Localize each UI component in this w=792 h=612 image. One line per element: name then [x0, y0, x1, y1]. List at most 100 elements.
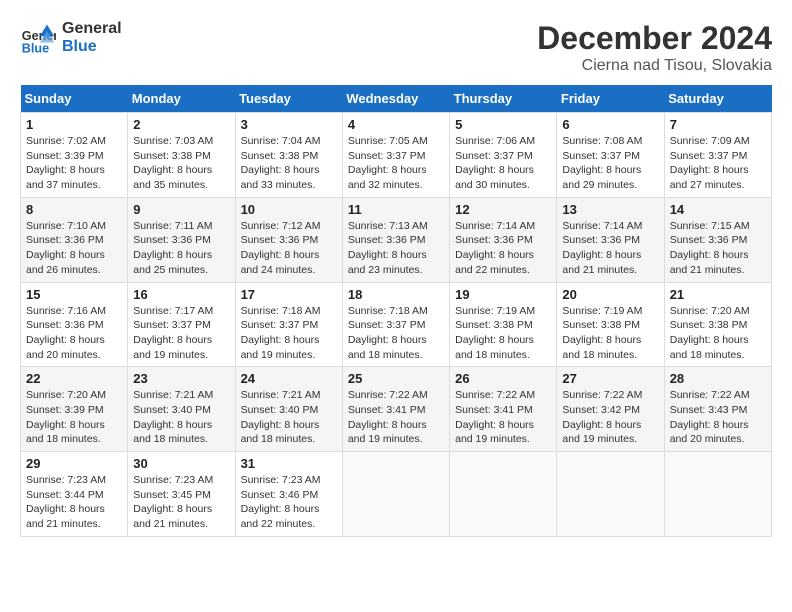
weekday-header-row: SundayMondayTuesdayWednesdayThursdayFrid… — [21, 85, 772, 113]
week-row-4: 22 Sunrise: 7:20 AMSunset: 3:39 PMDaylig… — [21, 367, 772, 452]
logo: General Blue General Blue — [20, 20, 122, 56]
day-info: Sunrise: 7:21 AMSunset: 3:40 PMDaylight:… — [241, 389, 321, 445]
day-number: 13 — [562, 202, 658, 217]
calendar-cell: 27 Sunrise: 7:22 AMSunset: 3:42 PMDaylig… — [557, 367, 664, 452]
calendar-cell: 21 Sunrise: 7:20 AMSunset: 3:38 PMDaylig… — [664, 282, 771, 367]
logo-blue: Blue — [62, 38, 122, 56]
day-info: Sunrise: 7:05 AMSunset: 3:37 PMDaylight:… — [348, 135, 428, 191]
calendar-cell: 6 Sunrise: 7:08 AMSunset: 3:37 PMDayligh… — [557, 113, 664, 198]
calendar-cell — [342, 452, 449, 537]
calendar-cell: 8 Sunrise: 7:10 AMSunset: 3:36 PMDayligh… — [21, 197, 128, 282]
weekday-header-wednesday: Wednesday — [342, 85, 449, 113]
day-info: Sunrise: 7:18 AMSunset: 3:37 PMDaylight:… — [348, 305, 428, 361]
day-number: 10 — [241, 202, 337, 217]
title-block: December 2024 Cierna nad Tisou, Slovakia — [537, 20, 772, 75]
calendar-cell: 15 Sunrise: 7:16 AMSunset: 3:36 PMDaylig… — [21, 282, 128, 367]
day-info: Sunrise: 7:06 AMSunset: 3:37 PMDaylight:… — [455, 135, 535, 191]
day-number: 20 — [562, 287, 658, 302]
day-info: Sunrise: 7:20 AMSunset: 3:38 PMDaylight:… — [670, 305, 750, 361]
day-number: 15 — [26, 287, 122, 302]
calendar-cell: 10 Sunrise: 7:12 AMSunset: 3:36 PMDaylig… — [235, 197, 342, 282]
day-number: 30 — [133, 456, 229, 471]
day-info: Sunrise: 7:10 AMSunset: 3:36 PMDaylight:… — [26, 220, 106, 276]
week-row-2: 8 Sunrise: 7:10 AMSunset: 3:36 PMDayligh… — [21, 197, 772, 282]
day-info: Sunrise: 7:22 AMSunset: 3:41 PMDaylight:… — [348, 389, 428, 445]
day-number: 27 — [562, 371, 658, 386]
weekday-header-thursday: Thursday — [450, 85, 557, 113]
calendar-cell: 19 Sunrise: 7:19 AMSunset: 3:38 PMDaylig… — [450, 282, 557, 367]
calendar-cell: 2 Sunrise: 7:03 AMSunset: 3:38 PMDayligh… — [128, 113, 235, 198]
day-number: 7 — [670, 117, 766, 132]
week-row-5: 29 Sunrise: 7:23 AMSunset: 3:44 PMDaylig… — [21, 452, 772, 537]
calendar-table: SundayMondayTuesdayWednesdayThursdayFrid… — [20, 85, 772, 537]
day-number: 11 — [348, 202, 444, 217]
week-row-3: 15 Sunrise: 7:16 AMSunset: 3:36 PMDaylig… — [21, 282, 772, 367]
day-number: 19 — [455, 287, 551, 302]
calendar-cell: 28 Sunrise: 7:22 AMSunset: 3:43 PMDaylig… — [664, 367, 771, 452]
calendar-cell: 14 Sunrise: 7:15 AMSunset: 3:36 PMDaylig… — [664, 197, 771, 282]
weekday-header-sunday: Sunday — [21, 85, 128, 113]
calendar-cell: 11 Sunrise: 7:13 AMSunset: 3:36 PMDaylig… — [342, 197, 449, 282]
calendar-cell: 31 Sunrise: 7:23 AMSunset: 3:46 PMDaylig… — [235, 452, 342, 537]
calendar-cell: 17 Sunrise: 7:18 AMSunset: 3:37 PMDaylig… — [235, 282, 342, 367]
location-title: Cierna nad Tisou, Slovakia — [537, 57, 772, 75]
week-row-1: 1 Sunrise: 7:02 AMSunset: 3:39 PMDayligh… — [21, 113, 772, 198]
day-number: 25 — [348, 371, 444, 386]
calendar-cell — [450, 452, 557, 537]
day-number: 26 — [455, 371, 551, 386]
calendar-cell: 9 Sunrise: 7:11 AMSunset: 3:36 PMDayligh… — [128, 197, 235, 282]
day-number: 2 — [133, 117, 229, 132]
calendar-cell: 22 Sunrise: 7:20 AMSunset: 3:39 PMDaylig… — [21, 367, 128, 452]
weekday-header-tuesday: Tuesday — [235, 85, 342, 113]
day-number: 8 — [26, 202, 122, 217]
day-info: Sunrise: 7:23 AMSunset: 3:46 PMDaylight:… — [241, 474, 321, 530]
day-info: Sunrise: 7:17 AMSunset: 3:37 PMDaylight:… — [133, 305, 213, 361]
calendar-cell: 3 Sunrise: 7:04 AMSunset: 3:38 PMDayligh… — [235, 113, 342, 198]
calendar-cell: 30 Sunrise: 7:23 AMSunset: 3:45 PMDaylig… — [128, 452, 235, 537]
day-info: Sunrise: 7:20 AMSunset: 3:39 PMDaylight:… — [26, 389, 106, 445]
day-number: 23 — [133, 371, 229, 386]
calendar-cell: 18 Sunrise: 7:18 AMSunset: 3:37 PMDaylig… — [342, 282, 449, 367]
day-number: 22 — [26, 371, 122, 386]
day-number: 14 — [670, 202, 766, 217]
day-number: 29 — [26, 456, 122, 471]
day-number: 9 — [133, 202, 229, 217]
weekday-header-saturday: Saturday — [664, 85, 771, 113]
calendar-cell: 4 Sunrise: 7:05 AMSunset: 3:37 PMDayligh… — [342, 113, 449, 198]
day-number: 21 — [670, 287, 766, 302]
day-info: Sunrise: 7:13 AMSunset: 3:36 PMDaylight:… — [348, 220, 428, 276]
logo-general: General — [62, 20, 122, 38]
svg-text:Blue: Blue — [22, 41, 49, 55]
day-number: 12 — [455, 202, 551, 217]
calendar-cell — [557, 452, 664, 537]
weekday-header-monday: Monday — [128, 85, 235, 113]
calendar-cell: 5 Sunrise: 7:06 AMSunset: 3:37 PMDayligh… — [450, 113, 557, 198]
day-info: Sunrise: 7:14 AMSunset: 3:36 PMDaylight:… — [562, 220, 642, 276]
day-number: 1 — [26, 117, 122, 132]
weekday-header-friday: Friday — [557, 85, 664, 113]
day-info: Sunrise: 7:09 AMSunset: 3:37 PMDaylight:… — [670, 135, 750, 191]
day-info: Sunrise: 7:16 AMSunset: 3:36 PMDaylight:… — [26, 305, 106, 361]
day-number: 17 — [241, 287, 337, 302]
calendar-cell: 1 Sunrise: 7:02 AMSunset: 3:39 PMDayligh… — [21, 113, 128, 198]
calendar-cell: 13 Sunrise: 7:14 AMSunset: 3:36 PMDaylig… — [557, 197, 664, 282]
day-info: Sunrise: 7:02 AMSunset: 3:39 PMDaylight:… — [26, 135, 106, 191]
day-info: Sunrise: 7:23 AMSunset: 3:45 PMDaylight:… — [133, 474, 213, 530]
calendar-cell: 29 Sunrise: 7:23 AMSunset: 3:44 PMDaylig… — [21, 452, 128, 537]
calendar-cell: 25 Sunrise: 7:22 AMSunset: 3:41 PMDaylig… — [342, 367, 449, 452]
calendar-cell: 23 Sunrise: 7:21 AMSunset: 3:40 PMDaylig… — [128, 367, 235, 452]
calendar-cell — [664, 452, 771, 537]
day-info: Sunrise: 7:15 AMSunset: 3:36 PMDaylight:… — [670, 220, 750, 276]
day-number: 31 — [241, 456, 337, 471]
day-info: Sunrise: 7:18 AMSunset: 3:37 PMDaylight:… — [241, 305, 321, 361]
page-header: General Blue General Blue December 2024 … — [20, 20, 772, 75]
day-info: Sunrise: 7:04 AMSunset: 3:38 PMDaylight:… — [241, 135, 321, 191]
day-info: Sunrise: 7:23 AMSunset: 3:44 PMDaylight:… — [26, 474, 106, 530]
day-info: Sunrise: 7:11 AMSunset: 3:36 PMDaylight:… — [133, 220, 212, 276]
day-number: 4 — [348, 117, 444, 132]
day-number: 16 — [133, 287, 229, 302]
day-number: 6 — [562, 117, 658, 132]
day-number: 24 — [241, 371, 337, 386]
day-info: Sunrise: 7:22 AMSunset: 3:42 PMDaylight:… — [562, 389, 642, 445]
calendar-cell: 20 Sunrise: 7:19 AMSunset: 3:38 PMDaylig… — [557, 282, 664, 367]
